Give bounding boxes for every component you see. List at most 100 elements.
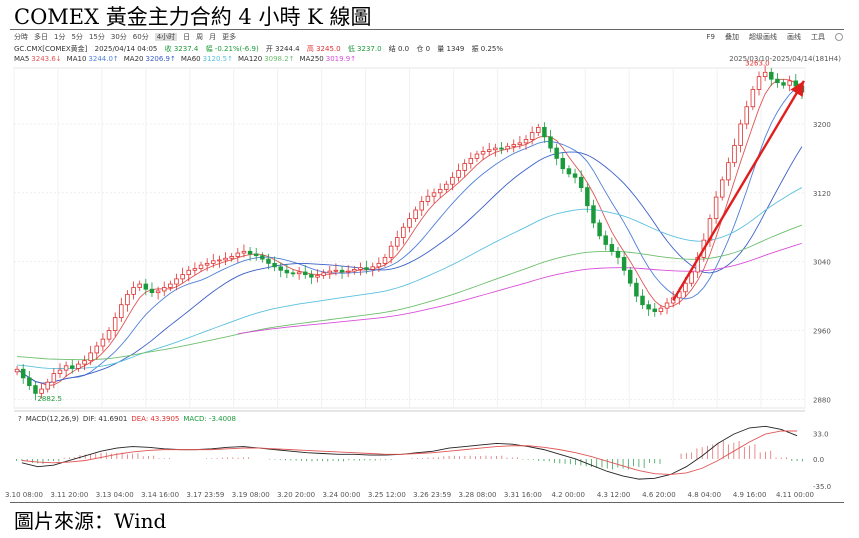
candle-body bbox=[578, 176, 584, 189]
x-tick-label: 3.10 08:00 bbox=[5, 491, 43, 499]
candle-body bbox=[591, 205, 596, 224]
candle-body bbox=[284, 269, 290, 274]
candle-body bbox=[100, 338, 106, 347]
x-tick-label: 4.11 00:00 bbox=[776, 491, 814, 499]
candle-body bbox=[664, 302, 670, 309]
candle-body bbox=[76, 363, 81, 369]
y-tick-label: 3200 bbox=[813, 121, 831, 129]
high-annotation: 3263.0 bbox=[745, 60, 770, 68]
candle-body bbox=[431, 192, 437, 197]
x-tick-label: 3.25 12:00 bbox=[368, 491, 406, 499]
candle-body bbox=[20, 368, 26, 379]
macd-legend-macd: MACD: -3.4008 bbox=[183, 415, 236, 423]
candle-body bbox=[732, 145, 737, 164]
macd-y-tick: 0.0 bbox=[813, 456, 824, 464]
macd-dif-line bbox=[21, 425, 798, 480]
candle-body bbox=[523, 139, 529, 144]
candle-body bbox=[39, 388, 44, 394]
x-tick-label: 3.24 00:00 bbox=[322, 491, 360, 499]
candle-body bbox=[609, 244, 615, 252]
x-tick-label: 3.28 08:00 bbox=[459, 491, 497, 499]
candle-body bbox=[112, 317, 118, 331]
candle-body bbox=[572, 173, 578, 178]
candle-body bbox=[468, 157, 474, 164]
candle-body bbox=[119, 304, 124, 319]
candle-body bbox=[321, 272, 326, 276]
candle-body bbox=[640, 295, 645, 306]
candle-body bbox=[542, 126, 547, 138]
candle-body bbox=[437, 188, 443, 194]
candle-body bbox=[180, 274, 185, 280]
candle-body bbox=[51, 373, 57, 383]
candle-body bbox=[505, 145, 510, 150]
x-tick-label: 3.31 16:00 bbox=[504, 491, 542, 499]
macd-y-tick: -35.0 bbox=[813, 483, 831, 491]
candle-body bbox=[394, 237, 400, 247]
candle-body bbox=[70, 365, 75, 369]
x-tick-label: 4.6 20:00 bbox=[642, 491, 676, 499]
candle-body bbox=[658, 307, 664, 312]
candle-body bbox=[511, 144, 516, 147]
candle-body bbox=[486, 149, 492, 152]
candle-body bbox=[628, 269, 633, 284]
candle-body bbox=[247, 250, 253, 255]
candle-body bbox=[388, 245, 394, 258]
candle-body bbox=[14, 368, 20, 373]
macd-legend-dif: DIF: 41.6901 bbox=[83, 415, 127, 423]
x-tick-label: 3.14 16:00 bbox=[141, 491, 179, 499]
candle-body bbox=[82, 360, 87, 365]
candle-body bbox=[211, 260, 216, 264]
x-tick-label: 3.19 08:00 bbox=[232, 491, 270, 499]
candle-body bbox=[370, 266, 375, 270]
candle-body bbox=[775, 78, 780, 84]
candle-body bbox=[793, 80, 799, 87]
candle-body bbox=[536, 126, 541, 133]
candle-body bbox=[174, 278, 179, 285]
candle-body bbox=[143, 283, 149, 290]
candle-body bbox=[781, 82, 786, 86]
candle-body bbox=[529, 132, 535, 140]
candle-body bbox=[376, 262, 382, 268]
candle-body bbox=[229, 256, 234, 259]
candle-body bbox=[278, 266, 283, 271]
candle-body bbox=[137, 283, 142, 288]
candle-body bbox=[554, 147, 559, 159]
candle-body bbox=[756, 76, 762, 90]
candle-body bbox=[560, 157, 566, 170]
x-tick-label: 3.17 23:59 bbox=[186, 491, 224, 499]
candle-body bbox=[719, 179, 725, 198]
candle-body bbox=[94, 345, 100, 354]
candle-body bbox=[425, 195, 431, 202]
candle-body bbox=[333, 269, 339, 272]
x-tick-label: 4.2 00:00 bbox=[551, 491, 585, 499]
candle-body bbox=[401, 226, 406, 238]
x-tick-label: 3.20 20:00 bbox=[277, 491, 315, 499]
candle-body bbox=[683, 282, 688, 293]
candle-body bbox=[45, 381, 50, 390]
candle-body bbox=[235, 252, 241, 257]
candle-body bbox=[615, 250, 621, 258]
candle-body bbox=[198, 264, 204, 269]
candle-body bbox=[548, 136, 553, 149]
y-tick-label: 3040 bbox=[813, 259, 831, 267]
candle-body bbox=[345, 270, 351, 273]
y-tick-label: 2880 bbox=[813, 396, 831, 404]
x-tick-label: 4.8 04:00 bbox=[688, 491, 722, 499]
macd-legend-dea: DEA: 43.3905 bbox=[131, 415, 179, 423]
candle-body bbox=[713, 196, 719, 220]
candle-body bbox=[352, 269, 357, 272]
candle-body bbox=[339, 269, 345, 273]
candle-body bbox=[63, 365, 69, 371]
y-tick-label: 3120 bbox=[813, 190, 831, 198]
candle-body bbox=[364, 267, 369, 270]
candle-body bbox=[634, 282, 639, 297]
candle-body bbox=[296, 271, 302, 275]
candle-body bbox=[419, 201, 425, 211]
kline-chart[interactable]: 2880 2960 3040 3120 3200 2882.5 3263.0? MACD(12… bbox=[0, 0, 859, 538]
candle-body bbox=[382, 256, 388, 264]
candle-body bbox=[88, 352, 93, 362]
candle-body bbox=[750, 89, 756, 108]
candle-body bbox=[290, 272, 296, 275]
macd-dea-line bbox=[21, 430, 798, 475]
candle-body bbox=[462, 163, 467, 171]
